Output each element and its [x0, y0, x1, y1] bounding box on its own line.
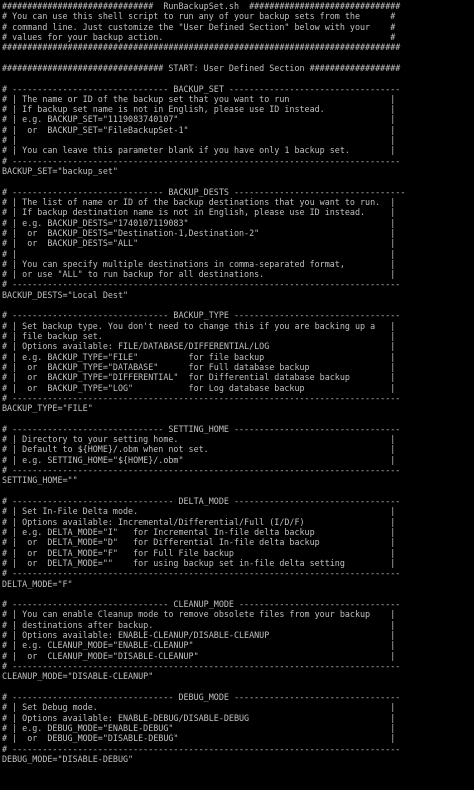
script-line: # | file backup set. | — [2, 331, 396, 341]
script-line — [2, 73, 474, 83]
script-line: # | Options available: Incremental/Diffe… — [2, 516, 396, 527]
script-line: # | If backup destination name is not in… — [2, 207, 396, 218]
script-line: # ------------------------------- BACKUP… — [2, 83, 401, 94]
script-line: # | or BACKUP_DESTS="Destination-1,Desti… — [2, 227, 396, 238]
script-line: # | Options available: ENABLE-DEBUG/DISA… — [2, 712, 396, 723]
script-line: # | | — [2, 135, 396, 146]
script-line: # | If backup set name is not in English… — [2, 104, 396, 115]
script-line: # ------------------------------- BACKUP… — [2, 310, 401, 321]
script-line: # | e.g. SETTING_HOME="${HOME}/.obm" | — [2, 454, 396, 465]
script-line: # | destinations after backup. | — [2, 619, 396, 630]
script-line: CLEANUP_MODE="DISABLE-CLEANUP" — [2, 671, 154, 682]
terminal-window[interactable]: ############################## RunBackup… — [0, 0, 474, 790]
script-line: # | or DELTA_MODE="D" for Differential I… — [2, 537, 396, 548]
script-line: # | | — [2, 248, 396, 259]
script-line: # | e.g. CLEANUP_MODE="ENABLE-CLEANUP" | — [2, 640, 396, 651]
script-line: # | e.g. BACKUP_TYPE="FILE" for file bac… — [2, 351, 396, 362]
script-line: # | or DELTA_MODE="" for using backup se… — [2, 557, 396, 568]
script-line: # | e.g. DELTA_MODE="I" for Incremental … — [2, 526, 396, 537]
script-line: # --------------------------------------… — [2, 568, 401, 579]
script-line: # | Options available: FILE/DATABASE/DIF… — [2, 341, 396, 352]
script-line: # -------------------------------- DEBUG… — [2, 691, 401, 702]
script-line: # | or BACKUP_SET="FileBackupSet-1" | — [2, 124, 396, 135]
script-line: # | Set backup type. You don't need to c… — [2, 320, 396, 331]
script-line: # | e.g. BACKUP_DESTS="1740107119083" | — [2, 217, 396, 228]
script-line: ################################ START: … — [2, 62, 401, 73]
script-text-area[interactable]: ############################## RunBackup… — [2, 1, 474, 764]
script-line: # | The name or ID of the backup set tha… — [2, 93, 396, 104]
script-line: # --------------------------------------… — [2, 392, 401, 403]
script-line: # --------------------------------------… — [2, 155, 401, 166]
script-line: # | The list of name or ID of the backup… — [2, 196, 396, 207]
script-line: # | You can specify multiple destination… — [2, 258, 396, 269]
script-line: # | You can enable Cleanup mode to remov… — [2, 609, 396, 620]
script-line: SETTING_HOME="" — [2, 475, 78, 486]
script-line: DEBUG_MODE="DISABLE-DEBUG" — [2, 753, 134, 764]
script-line: # | or BACKUP_TYPE="DATABASE" for Full d… — [2, 361, 396, 372]
script-line: # --------------------------------------… — [2, 661, 401, 671]
script-line: # --------------------------------------… — [2, 279, 401, 290]
script-line — [2, 414, 474, 424]
script-line: # ------------------------------ SETTING… — [2, 423, 401, 434]
script-line: ########################################… — [2, 42, 401, 53]
script-line: # --------------------------------------… — [2, 743, 401, 754]
script-line: # -------------------------------- DELTA… — [2, 496, 401, 506]
script-line: ############################## RunBackup… — [2, 1, 401, 11]
script-line: BACKUP_TYPE="FILE" — [2, 403, 93, 414]
script-line: # ------------------------------ BACKUP_… — [2, 186, 406, 197]
script-line: # | or CLEANUP_MODE="DISABLE-CLEANUP" | — [2, 650, 396, 661]
script-line: # | or use "ALL" to run backup for all d… — [2, 269, 396, 280]
script-line: BACKUP_SET="backup_set" — [2, 166, 118, 176]
script-line: # | Default to ${HOME}/.obm when not set… — [2, 444, 396, 455]
script-line: # | e.g. DEBUG_MODE="ENABLE-DEBUG" | — [2, 722, 396, 733]
script-line — [2, 176, 474, 186]
script-line — [2, 486, 474, 496]
script-line — [2, 300, 474, 310]
script-line — [2, 589, 474, 599]
script-line — [2, 53, 474, 63]
script-line: # You can use this shell script to run a… — [2, 11, 396, 22]
script-line — [2, 682, 474, 692]
script-line: # | or DEBUG_MODE="DISABLE-DEBUG" | — [2, 733, 396, 744]
script-line: # | Directory to your setting home. | — [2, 434, 396, 445]
script-line: # command line. Just customize the "User… — [2, 21, 396, 32]
script-line: # ------------------------------- CLEANU… — [2, 599, 401, 610]
script-line: # | Set Debug mode. | — [2, 702, 396, 713]
script-line: # | or BACKUP_DESTS="ALL" | — [2, 238, 396, 249]
script-line: DELTA_MODE="F" — [2, 578, 73, 589]
script-line: # --------------------------------------… — [2, 465, 401, 476]
script-line: # | You can leave this parameter blank i… — [2, 145, 396, 156]
script-line: # | Set In-File Delta mode. | — [2, 506, 396, 517]
script-line: # | or BACKUP_TYPE="DIFFERENTIAL" for Di… — [2, 372, 396, 383]
script-line: # values for your backup action. # — [2, 31, 396, 42]
script-line: # | e.g. BACKUP_SET="1119083740107" | — [2, 114, 396, 125]
script-line: BACKUP_DESTS="Local Dest" — [2, 289, 129, 300]
script-line: # | Options available: ENABLE-CLEANUP/DI… — [2, 630, 396, 641]
script-line: # | or BACKUP_TYPE="LOG" for Log databas… — [2, 382, 396, 393]
script-line: # | or DELTA_MODE="F" for Full File back… — [2, 547, 396, 558]
